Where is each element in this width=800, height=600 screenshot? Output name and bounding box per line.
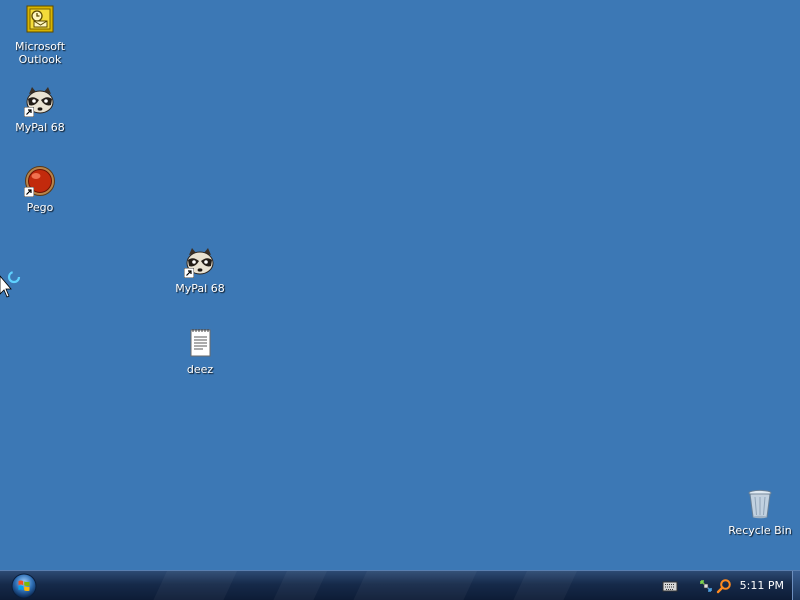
desktop-icon-mypal-68[interactable]: MyPal 68: [2, 85, 78, 134]
desktop-icon-label: MyPal 68: [175, 282, 225, 295]
desktop-icon-label: Microsoft Outlook: [14, 40, 66, 66]
pego-red-ball-icon: [24, 165, 56, 197]
clock[interactable]: 5:11 PM: [740, 579, 784, 592]
desktop-icon-microsoft-outlook[interactable]: Microsoft Outlook: [2, 4, 78, 66]
desktop-icon-label: deez: [186, 363, 214, 376]
recycle-bin-icon: [744, 488, 776, 520]
show-desktop-button[interactable]: [792, 571, 800, 600]
desktop-icon-recycle-bin[interactable]: Recycle Bin: [722, 488, 798, 537]
desktop[interactable]: Microsoft Outlook MyPal 68 Pego MyPal 68…: [0, 0, 800, 570]
desktop-icon-label: Recycle Bin: [728, 524, 792, 537]
windows-orb-icon: [11, 573, 37, 599]
desktop-icon-label: MyPal 68: [15, 121, 65, 134]
mypal-raccoon-icon: [184, 246, 216, 278]
desktop-icon-pego[interactable]: Pego: [2, 165, 78, 214]
mypal-raccoon-icon: [24, 85, 56, 117]
shortcut-arrow-icon: [24, 187, 34, 197]
network-icon[interactable]: [698, 578, 714, 594]
shortcut-arrow-icon: [24, 107, 34, 117]
shortcut-arrow-icon: [184, 268, 194, 278]
keyboard-icon[interactable]: [662, 578, 678, 594]
taskbar: 5:11 PM: [0, 570, 800, 600]
outlook-icon: [24, 4, 56, 36]
desktop-icon-mypal-68[interactable]: MyPal 68: [162, 246, 238, 295]
text-document-icon: [184, 327, 216, 359]
system-tray: 5:11 PM: [650, 571, 800, 600]
start-button[interactable]: [10, 573, 38, 599]
desktop-icon-deez[interactable]: deez: [162, 327, 238, 376]
search-icon[interactable]: [716, 578, 732, 594]
desktop-icon-label: Pego: [26, 201, 54, 214]
